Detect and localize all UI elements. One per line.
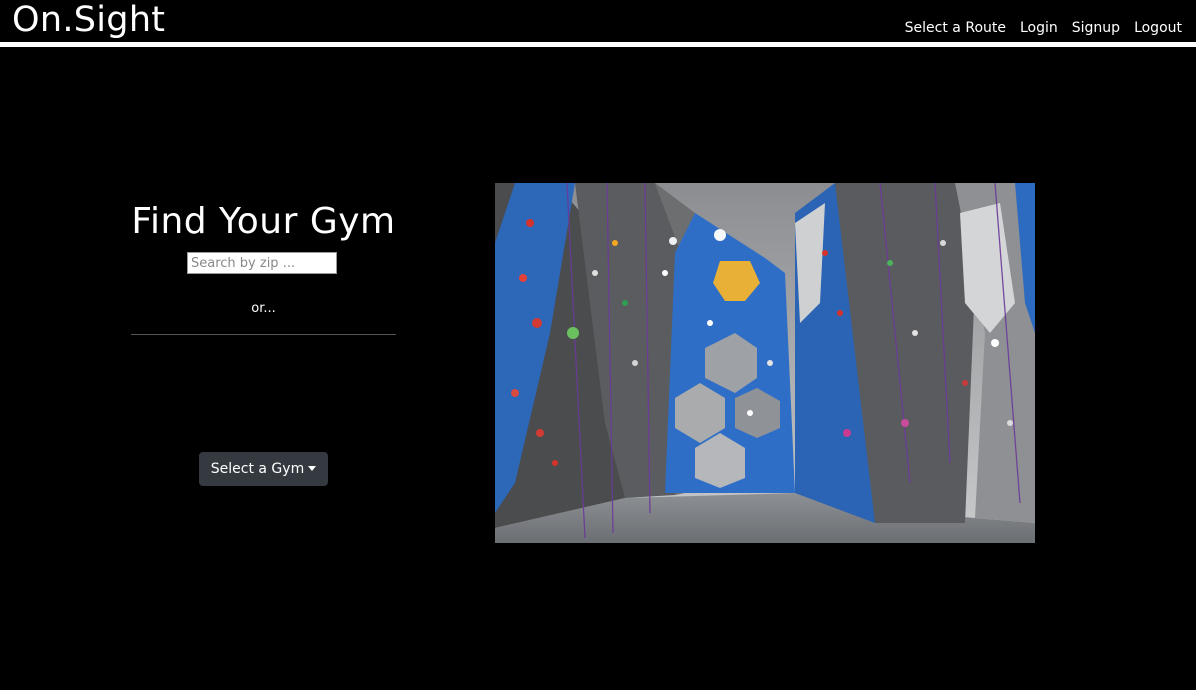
brand-logo[interactable]: On.Sight xyxy=(12,0,165,41)
zip-search-input[interactable] xyxy=(187,252,337,274)
select-gym-dropdown[interactable]: Select a Gym xyxy=(199,452,328,486)
select-gym-label: Select a Gym xyxy=(210,461,305,477)
navbar-divider xyxy=(0,42,1196,47)
page-title: Find Your Gym xyxy=(131,201,396,242)
nav-signup-link[interactable]: Signup xyxy=(1072,18,1120,38)
horizontal-divider xyxy=(131,334,396,335)
chevron-down-icon xyxy=(308,466,317,471)
nav-login-link[interactable]: Login xyxy=(1020,18,1058,38)
navbar: On.Sight Select a Route Login Signup Log… xyxy=(0,0,1196,42)
find-gym-panel: Find Your Gym or... xyxy=(131,196,396,335)
or-separator-text: or... xyxy=(251,301,276,316)
nav-logout-link[interactable]: Logout xyxy=(1134,18,1182,38)
nav-links: Select a Route Login Signup Logout xyxy=(905,18,1182,38)
climbing-gym-photo xyxy=(495,183,1035,543)
nav-select-route-link[interactable]: Select a Route xyxy=(905,18,1006,38)
